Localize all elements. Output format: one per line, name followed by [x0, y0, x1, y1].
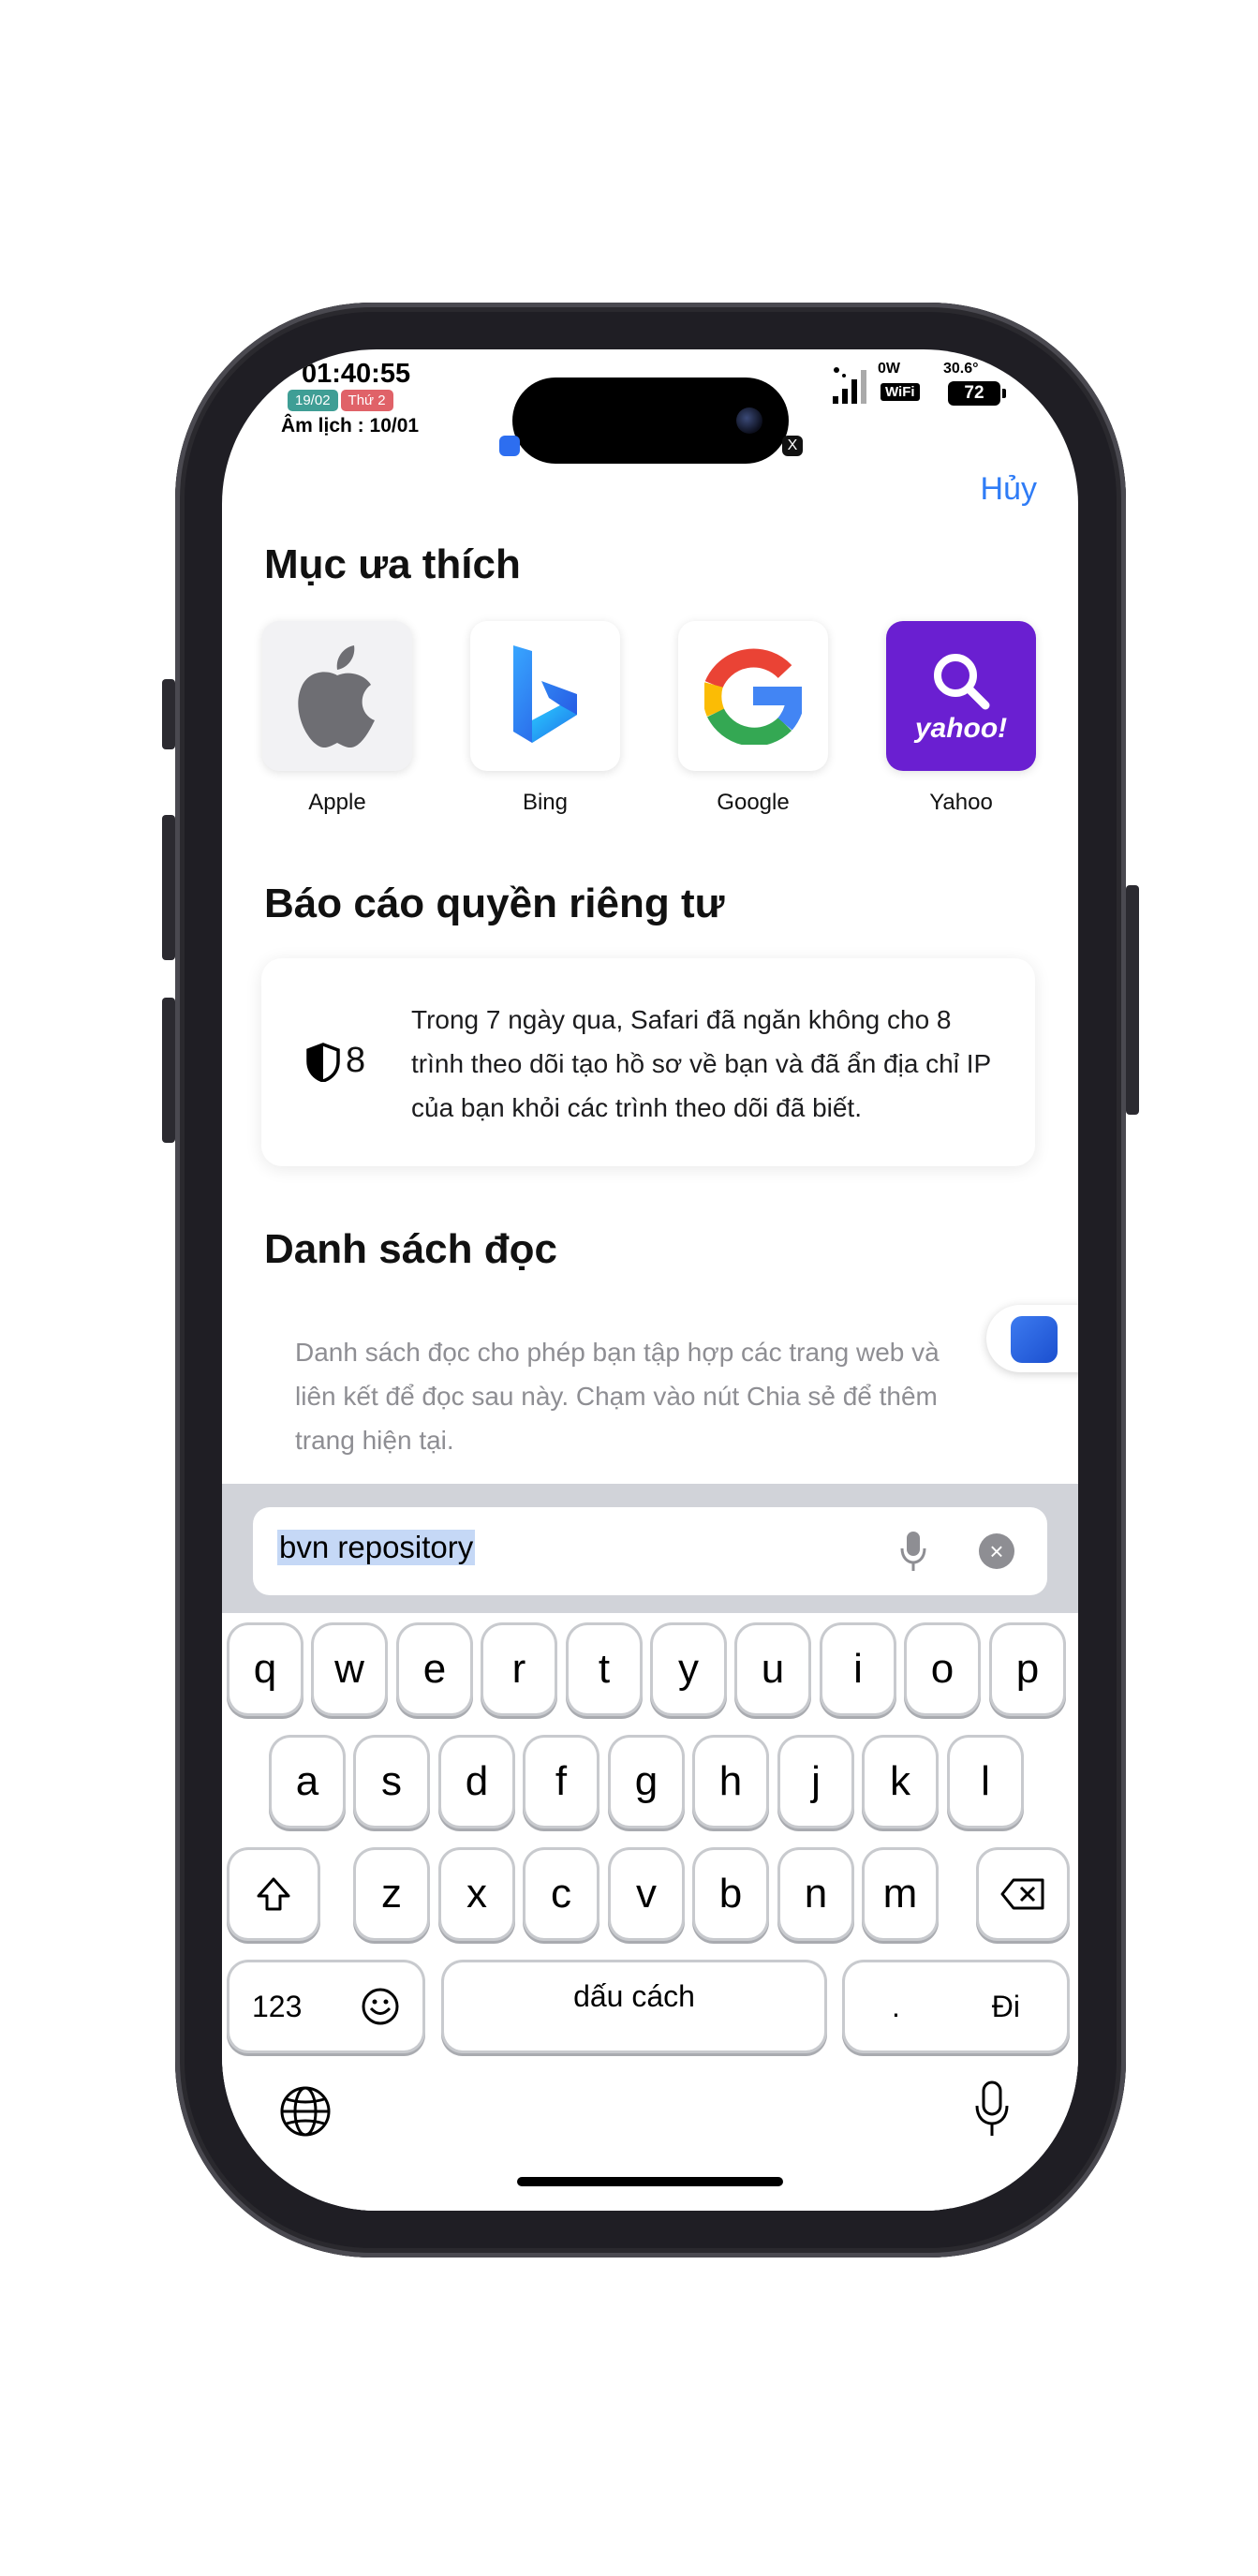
- privacy-report-card[interactable]: 8 Trong 7 ngày qua, Safari đã ngăn không…: [261, 958, 1035, 1166]
- wifi-icon: WiFi: [881, 383, 920, 401]
- date-badge: 19/02: [288, 390, 338, 411]
- key-z[interactable]: z: [356, 1850, 427, 1938]
- privacy-title: Báo cáo quyền riêng tư: [264, 881, 725, 926]
- favorites-title: Mục ưa thích: [264, 541, 521, 587]
- key-u[interactable]: u: [737, 1625, 808, 1713]
- lunar-date: Âm lịch : 10/01: [281, 415, 420, 437]
- x-icon: X: [782, 436, 803, 456]
- status-time: 01:40:55: [302, 359, 411, 389]
- volume-down-button: [162, 998, 175, 1143]
- go-key[interactable]: . Đi: [845, 1962, 1067, 2050]
- favorite-bing[interactable]: Bing: [469, 621, 621, 816]
- key-w[interactable]: w: [314, 1625, 385, 1713]
- tracker-count: 8: [346, 1041, 366, 1080]
- volume-up-button: [162, 815, 175, 960]
- key-b[interactable]: b: [695, 1850, 766, 1938]
- key-h[interactable]: h: [695, 1738, 766, 1826]
- favorite-label: Bing: [522, 790, 569, 815]
- emoji-icon[interactable]: [361, 1987, 400, 2026]
- battery-icon: 72: [948, 381, 1006, 406]
- keyboard: q w e r t y u i o p a s d f g h j k l z …: [222, 1613, 1078, 2211]
- key-f[interactable]: f: [525, 1738, 597, 1826]
- favorite-label: Apple: [308, 790, 366, 815]
- microphone-icon[interactable]: [899, 1530, 927, 1573]
- home-indicator: [517, 2177, 783, 2186]
- key-x[interactable]: x: [441, 1850, 512, 1938]
- key-k[interactable]: k: [865, 1738, 936, 1826]
- key-j[interactable]: j: [780, 1738, 851, 1826]
- key-n[interactable]: n: [780, 1850, 851, 1938]
- keyboard-area: bvn repository × q w e r t y u i o p a s…: [222, 1484, 1078, 2211]
- key-l[interactable]: l: [950, 1738, 1021, 1826]
- backspace-icon: [1000, 1878, 1044, 1910]
- app-shortcut-icon: [1011, 1316, 1058, 1363]
- key-g[interactable]: g: [611, 1738, 682, 1826]
- favorite-apple[interactable]: Apple: [261, 621, 413, 816]
- key-p[interactable]: p: [992, 1625, 1063, 1713]
- privacy-description: Trong 7 ngày qua, Safari đã ngăn không c…: [411, 1005, 991, 1122]
- dictation-microphone-icon[interactable]: [973, 2080, 1011, 2139]
- camera-icon: [736, 407, 762, 434]
- key-e[interactable]: e: [399, 1625, 470, 1713]
- key-i[interactable]: i: [822, 1625, 894, 1713]
- dynamic-island: [512, 378, 789, 464]
- shift-key[interactable]: [229, 1850, 318, 1938]
- clear-search-icon[interactable]: ×: [979, 1533, 1014, 1569]
- screen: 01:40:55 19/02 Thứ 2 Âm lịch : 10/01 X 0…: [222, 349, 1078, 2211]
- signal-icon: [833, 367, 866, 404]
- power-button: [1126, 885, 1139, 1115]
- app-status-icon: [499, 436, 520, 456]
- shield-icon: [306, 1043, 340, 1082]
- favorite-label: Yahoo: [929, 790, 993, 815]
- cancel-button[interactable]: Hủy: [981, 471, 1037, 508]
- key-c[interactable]: c: [525, 1850, 597, 1938]
- temperature-readout: 30.6°: [943, 361, 979, 377]
- key-y[interactable]: y: [653, 1625, 724, 1713]
- key-m[interactable]: m: [865, 1850, 936, 1938]
- key-q[interactable]: q: [229, 1625, 301, 1713]
- period-key-label: .: [892, 1989, 900, 2023]
- shift-icon: [257, 1877, 290, 1911]
- search-input-value[interactable]: bvn repository: [277, 1530, 476, 1565]
- key-r[interactable]: r: [483, 1625, 555, 1713]
- go-key-label: Đi: [991, 1989, 1020, 2023]
- space-key[interactable]: dấu cách: [444, 1962, 824, 2050]
- yahoo-icon: yahoo!: [886, 621, 1036, 771]
- globe-icon[interactable]: [278, 2084, 333, 2139]
- status-badges: 19/02 Thứ 2: [288, 390, 393, 411]
- key-v[interactable]: v: [611, 1850, 682, 1938]
- numbers-key[interactable]: 123: [229, 1962, 422, 2050]
- weekday-badge: Thứ 2: [340, 390, 393, 411]
- key-t[interactable]: t: [569, 1625, 640, 1713]
- numbers-key-label: 123: [252, 1989, 303, 2023]
- key-d[interactable]: d: [441, 1738, 512, 1826]
- key-s[interactable]: s: [356, 1738, 427, 1826]
- reading-list-title: Danh sách đọc: [264, 1226, 557, 1272]
- power-readout: 0W: [878, 361, 900, 377]
- mute-switch: [162, 679, 175, 749]
- delete-key[interactable]: [979, 1850, 1067, 1938]
- key-o[interactable]: o: [907, 1625, 978, 1713]
- status-right: 0W 30.6° WiFi 72: [831, 361, 1056, 417]
- favorite-yahoo[interactable]: yahoo! Yahoo: [885, 621, 1037, 816]
- yahoo-logo-text: yahoo!: [914, 713, 1008, 744]
- favorite-google[interactable]: Google: [677, 621, 829, 816]
- google-icon: [678, 621, 828, 771]
- bing-icon: [470, 621, 620, 771]
- reading-list-description: Danh sách đọc cho phép bạn tập hợp các t…: [295, 1338, 940, 1455]
- key-a[interactable]: a: [272, 1738, 343, 1826]
- apple-icon: [262, 621, 412, 771]
- search-input[interactable]: bvn repository ×: [253, 1507, 1047, 1595]
- floating-app-shortcut[interactable]: [986, 1305, 1078, 1372]
- favorite-label: Google: [717, 790, 790, 815]
